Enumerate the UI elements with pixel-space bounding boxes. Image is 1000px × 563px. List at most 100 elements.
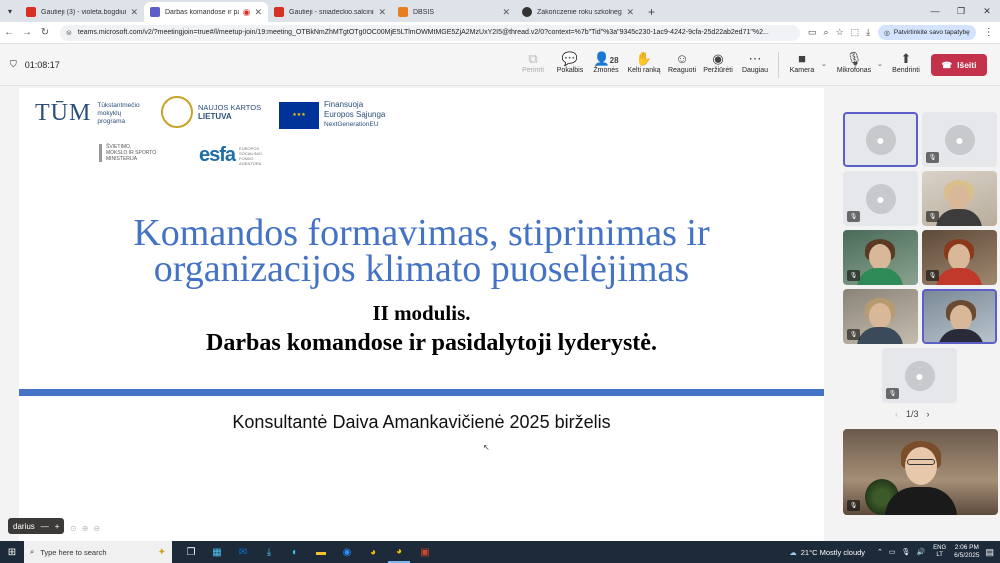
extensions-icon[interactable]: ⬚ <box>851 27 860 38</box>
search-zoom-icon[interactable]: ⊕ <box>82 524 89 533</box>
taskbar-search[interactable]: ⌕ Type here to search ✦ <box>24 541 172 563</box>
tab-title: Zakończenie roku szkolnego <box>537 8 623 16</box>
participant-video-tile[interactable]: 🎙 <box>843 230 918 285</box>
dbsis-icon <box>398 7 408 17</box>
mouse-cursor-icon: ↖ <box>483 443 490 452</box>
browser-tab[interactable]: Zakończenie roku szkolnego ✕ <box>516 2 640 22</box>
tum-logo-subtitle: Tūkstantmečio mokyklų programa <box>97 102 139 126</box>
language-indicator[interactable]: ENG LT <box>933 545 946 559</box>
participant-video-tile[interactable]: 🎙 <box>922 230 997 285</box>
bookmark-star-icon[interactable]: ☆ <box>836 27 844 38</box>
chat-icon: 💬 <box>561 51 579 66</box>
zoom-app-icon[interactable]: ◉ <box>336 541 358 563</box>
participant-tile[interactable]: ● <box>843 112 918 167</box>
button-label: Kelti ranką <box>627 67 661 74</box>
url-field[interactable]: ⊜ teams.microsoft.com/v2/?meetingjoin=tr… <box>60 24 800 41</box>
site-info-icon[interactable]: ⊜ <box>66 29 72 37</box>
participant-face <box>950 305 972 331</box>
slide-subtitle: Darbas komandose ir pasidalytoji lyderys… <box>206 330 657 356</box>
avatar-icon: ● <box>865 124 896 155</box>
meeting-toolbar: ⛉ 01:08:17 ⧉ Perimti 💬 Pokalbis 👤28 Žmon… <box>0 44 1000 86</box>
share-screen-button[interactable]: ⧉ Perimti <box>513 50 553 74</box>
outlook-icon[interactable]: ✉ <box>232 541 254 563</box>
browser-tab[interactable]: Gautieji (3) - violeta.bogdiun@... ✕ <box>20 2 144 22</box>
eu-logo: ★★★ Finansuoja Europos Sąjunga NextGener… <box>279 100 385 130</box>
zoom-in-icon[interactable]: + <box>55 522 60 531</box>
cast-icon[interactable]: ▭ <box>808 27 817 38</box>
back-icon[interactable]: ← <box>0 27 18 38</box>
participant-tile[interactable]: ● 🎙 <box>922 112 997 167</box>
close-tab-icon[interactable]: ✕ <box>378 7 386 18</box>
raise-hand-button[interactable]: ✋ Kelti ranką <box>624 50 664 74</box>
leave-button[interactable]: ☎ Išeiti <box>931 54 987 76</box>
close-tab-icon[interactable]: ✕ <box>130 7 138 18</box>
forward-icon[interactable]: → <box>18 27 36 38</box>
camera-button[interactable]: ■ Kamera <box>782 50 822 74</box>
people-icon: 👤28 <box>593 51 619 66</box>
microphone-button[interactable]: 🎙 Mikrofonas <box>834 50 874 74</box>
speaker-icon[interactable]: 🔊 <box>916 548 925 556</box>
windows-start-icon[interactable]: ⊞ <box>0 547 24 558</box>
reload-icon[interactable]: ↻ <box>36 27 54 38</box>
browser-tab[interactable]: DBSIS ✕ <box>392 2 516 22</box>
zoom-out-icon[interactable]: — <box>41 522 49 531</box>
weather-widget[interactable]: ☁ 21°C Mostly cloudy <box>789 548 865 557</box>
close-tab-icon[interactable]: ✕ <box>502 7 510 18</box>
esfa-text: esfa <box>199 144 236 166</box>
close-tab-icon[interactable]: ✕ <box>626 7 634 18</box>
next-page-icon[interactable]: › <box>927 409 930 419</box>
prev-page-icon[interactable]: ‹ <box>895 409 898 419</box>
view-button[interactable]: ◉ Peržiūrėti <box>698 50 738 74</box>
tray-chevron-icon[interactable]: ⌃ <box>877 548 883 556</box>
maximize-icon[interactable]: ❐ <box>948 0 974 22</box>
zoom-icon[interactable]: ⌕ <box>824 27 829 38</box>
taskbar-apps: ❐ ▦ ✉ ⤓ ◐ ▬ ◉ ◕ ◕ ▣ <box>180 541 436 563</box>
mic-options-chevron-icon[interactable]: ⌄ <box>877 60 883 68</box>
task-view-icon[interactable]: ❐ <box>180 541 202 563</box>
more-button[interactable]: ⋯ Daugiau <box>735 50 775 74</box>
self-video-preview[interactable]: 🎙 <box>843 429 998 515</box>
view-icon: ◉ <box>712 51 724 66</box>
tab-search-icon[interactable]: ▾ <box>0 0 20 22</box>
close-window-icon[interactable]: ✕ <box>974 0 1000 22</box>
participant-tile[interactable]: ● 🎙 <box>882 348 957 403</box>
downloads-icon[interactable]: ⤓ <box>258 541 280 563</box>
esfa-logo: esfa EUROPOS SOCIALINIO FONDO AGENTŪRA <box>199 144 279 167</box>
close-tab-icon[interactable]: ✕ <box>254 7 262 18</box>
powerpoint-icon[interactable]: ▣ <box>414 541 436 563</box>
presentation-slide: TŪM Tūkstantmečio mokyklų programa NAUJO… <box>19 88 824 541</box>
presenter-name-tag: darius — + <box>8 518 65 534</box>
mic-muted-icon: 🎙 <box>847 500 860 511</box>
new-tab-icon[interactable]: + <box>640 2 663 22</box>
participant-body <box>936 268 982 285</box>
browser-tab-active[interactable]: Darbas komandose ir pasid... ◉ ✕ <box>144 2 268 22</box>
camera-options-chevron-icon[interactable]: ⌄ <box>821 60 827 68</box>
participant-video-tile[interactable]: 🎙 <box>843 289 918 344</box>
fit-icon[interactable]: ⊙ <box>70 524 77 533</box>
minus-circle-icon[interactable]: ⊖ <box>93 524 100 533</box>
chat-button[interactable]: 💬 Pokalbis <box>550 50 590 74</box>
search-placeholder: Type here to search <box>40 547 107 557</box>
participant-video-tile-speaking[interactable] <box>922 289 997 344</box>
taskbar-clock[interactable]: 2:06 PM 6/5/2025 <box>954 544 979 560</box>
display-icon[interactable]: ▭ <box>889 548 896 556</box>
chrome-icon[interactable]: ◕ <box>362 541 384 563</box>
button-label: Mikrofonas <box>836 67 872 74</box>
share-button[interactable]: ⬆ Bendrinti <box>886 50 926 74</box>
verify-identity-button[interactable]: ◎ Patvirtinkite savo tapatybę <box>878 25 976 40</box>
people-button[interactable]: 👤28 Žmonės <box>586 50 626 74</box>
participant-video-tile[interactable]: 🎙 <box>922 171 997 226</box>
microphone-tray-icon[interactable]: 🎙 <box>902 548 911 556</box>
notifications-icon[interactable]: ▤ <box>985 547 994 558</box>
edge-icon[interactable]: ◐ <box>284 541 306 563</box>
download-icon[interactable]: ⤓ <box>866 27 870 38</box>
chrome-active-icon[interactable]: ◕ <box>388 541 410 563</box>
minimize-icon[interactable]: — <box>922 0 948 22</box>
browser-menu-icon[interactable]: ⋮ <box>984 27 994 38</box>
store-icon[interactable]: ▦ <box>206 541 228 563</box>
file-explorer-icon[interactable]: ▬ <box>310 541 332 563</box>
browser-tab[interactable]: Gautieji - sniadeckio.salcininkai... ✕ <box>268 2 392 22</box>
react-button[interactable]: ☺ Reaguoti <box>662 50 702 74</box>
slide-title-line: organizacijos klimato puoselėjimas <box>153 248 690 290</box>
participant-tile[interactable]: ● 🎙 <box>843 171 918 226</box>
